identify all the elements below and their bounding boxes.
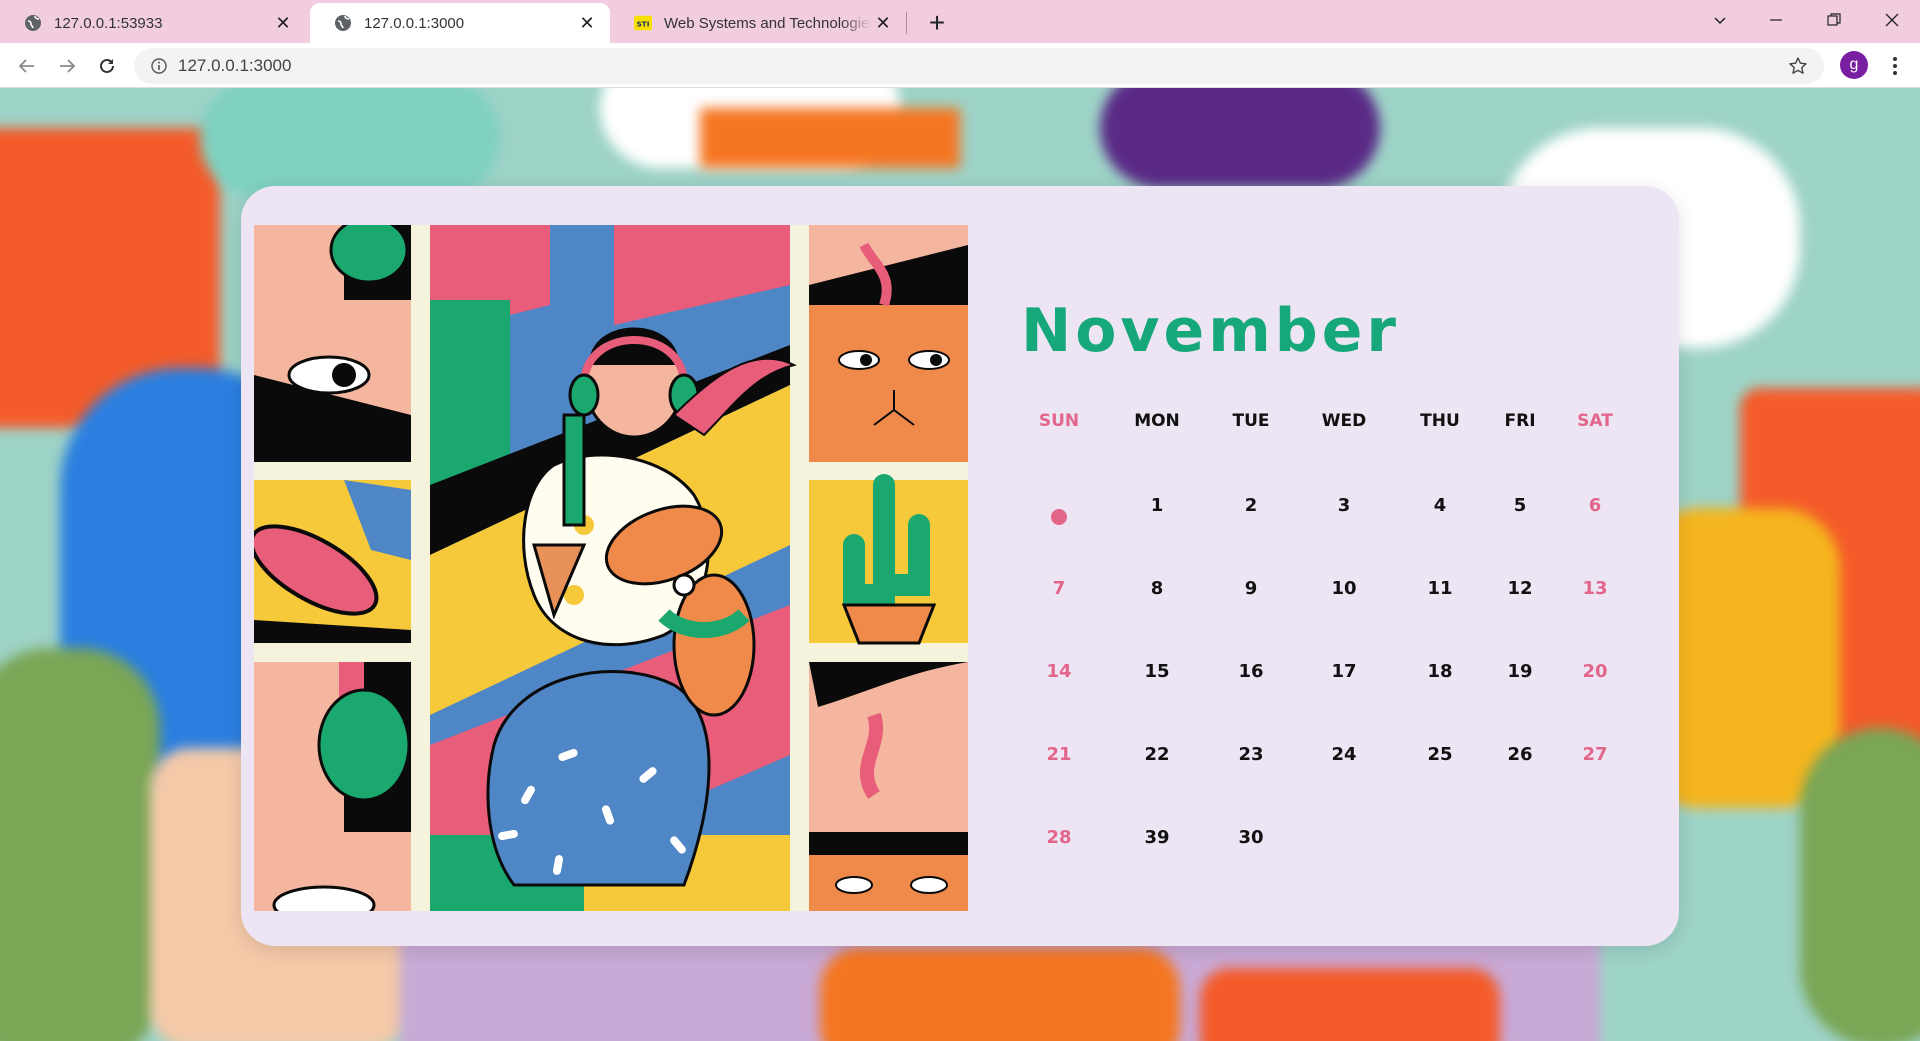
tab-title: 127.0.0.1:53933 [54, 14, 163, 32]
back-icon[interactable] [10, 49, 44, 83]
profile-avatar[interactable]: g [1840, 51, 1868, 79]
weekday-sun: SUN [1038, 411, 1080, 431]
reload-icon[interactable] [90, 49, 124, 83]
new-tab-button[interactable]: + [920, 6, 954, 40]
forward-icon[interactable] [50, 49, 84, 83]
close-icon[interactable]: ✕ [872, 12, 894, 34]
day-cell: • [1014, 493, 1104, 525]
svg-text:STI: STI [637, 20, 650, 29]
today-dot: • [1051, 509, 1067, 525]
minimize-icon[interactable] [1748, 2, 1804, 38]
tab-separator [906, 12, 907, 34]
day-cell[interactable]: 14 [1014, 661, 1104, 682]
url-input[interactable] [178, 56, 1678, 76]
day-cell[interactable]: 7 [1014, 578, 1104, 599]
tab-title: Web Systems and Technologies - [664, 14, 872, 32]
tab-3[interactable]: STI Web Systems and Technologies - ✕ [610, 3, 906, 43]
address-bar[interactable] [134, 48, 1824, 84]
day-cell[interactable]: 25 [1395, 744, 1485, 765]
globe-icon [334, 14, 352, 32]
day-cell[interactable]: 3 [1299, 495, 1389, 516]
calendar-illustration [254, 225, 968, 911]
calendar-card: November SUN MON TUE WED THU FRI SAT • 1… [241, 186, 1679, 946]
more-menu-icon[interactable] [1880, 51, 1910, 81]
day-cell[interactable]: 27 [1550, 744, 1640, 765]
day-cell[interactable]: 16 [1206, 661, 1296, 682]
weekday-mon: MON [1134, 411, 1180, 431]
sti-logo-icon: STI [634, 14, 652, 32]
close-icon[interactable]: ✕ [272, 12, 294, 34]
tab-2[interactable]: 127.0.0.1:3000 ✕ [310, 3, 610, 43]
day-cell[interactable]: 1 [1112, 495, 1202, 516]
globe-icon [24, 14, 42, 32]
day-cell[interactable]: 13 [1550, 578, 1640, 599]
month-title: November [1021, 296, 1400, 366]
day-cell[interactable]: 18 [1395, 661, 1485, 682]
weekday-sat: SAT [1577, 411, 1613, 431]
day-cell[interactable]: 22 [1112, 744, 1202, 765]
day-cell[interactable]: 9 [1206, 578, 1296, 599]
day-cell[interactable]: 4 [1395, 495, 1485, 516]
day-cell[interactable]: 20 [1550, 661, 1640, 682]
weekday-tue: TUE [1232, 411, 1270, 431]
close-window-icon[interactable] [1864, 2, 1920, 38]
day-cell[interactable]: 28 [1014, 827, 1104, 848]
close-icon[interactable]: ✕ [576, 12, 598, 34]
weekday-thu: THU [1420, 411, 1460, 431]
day-cell[interactable]: 15 [1112, 661, 1202, 682]
tab-search-icon[interactable] [1692, 2, 1748, 38]
page-viewport: November SUN MON TUE WED THU FRI SAT • 1… [0, 88, 1920, 1041]
day-cell[interactable]: 11 [1395, 578, 1485, 599]
day-cell[interactable]: 10 [1299, 578, 1389, 599]
browser-toolbar: g [0, 43, 1920, 88]
day-cell[interactable]: 24 [1299, 744, 1389, 765]
day-cell[interactable]: 2 [1206, 495, 1296, 516]
restore-icon[interactable] [1806, 2, 1862, 38]
tab-1[interactable]: 127.0.0.1:53933 ✕ [0, 3, 306, 43]
day-cell[interactable]: 21 [1014, 744, 1104, 765]
day-cell[interactable]: 30 [1206, 827, 1296, 848]
day-cell[interactable]: 39 [1112, 827, 1202, 848]
day-cell[interactable]: 8 [1112, 578, 1202, 599]
tab-title: 127.0.0.1:3000 [364, 14, 465, 32]
day-cell[interactable]: 17 [1299, 661, 1389, 682]
bookmark-star-icon[interactable] [1782, 50, 1814, 82]
weekday-wed: WED [1321, 411, 1367, 431]
day-cell[interactable]: 6 [1550, 495, 1640, 516]
site-info-icon[interactable] [142, 49, 176, 83]
day-cell[interactable]: 23 [1206, 744, 1296, 765]
tab-strip: 127.0.0.1:53933 ✕ 127.0.0.1:3000 ✕ STI W… [0, 0, 1920, 43]
